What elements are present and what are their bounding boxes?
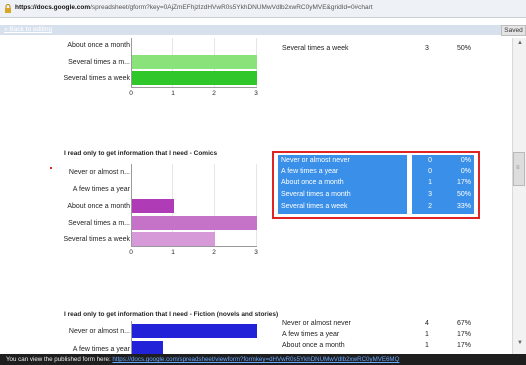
url-text: https://docs.google.com/spreadsheet/gfor… — [15, 4, 373, 11]
s2-table-label-3: Several times a month — [281, 191, 351, 198]
s2-grid-3 — [256, 164, 257, 246]
scroll-up-arrow-icon[interactable]: ▲ — [517, 40, 523, 46]
s1-label-1: Several times a m... — [68, 59, 130, 66]
s3-table-label-2: About once a month — [282, 342, 345, 349]
s1-label-0: About once a month — [67, 42, 130, 49]
s2-table-label-4: Several times a week — [281, 203, 348, 210]
s2-label-2: About once a month — [67, 203, 130, 210]
s1-label-2: Several times a week — [63, 75, 130, 82]
s3-table-pct-0: 67% — [457, 320, 472, 327]
s2-bar-several-week — [132, 232, 215, 246]
s2-tick-0: 0 — [129, 249, 133, 256]
url-path: /spreadsheet/gform?key=0AjZmEFhjzlzdHVwR… — [90, 4, 373, 11]
s1-table-label-0: Several times a week — [282, 45, 349, 52]
footer-text: You can view the published form here: — [6, 356, 111, 363]
s2-label-1: A few times a year — [72, 186, 130, 193]
back-to-editing-link[interactable]: « Back to editing — [4, 26, 52, 33]
s3-table-count-0: 4 — [425, 320, 429, 327]
s3-bar-never — [132, 324, 257, 338]
s1-tick-3: 3 — [254, 90, 258, 97]
vertical-scrollbar[interactable] — [512, 38, 526, 354]
s3-table-pct-2: 17% — [457, 342, 472, 349]
footer-bar: You can view the published form here: ht… — [0, 354, 526, 365]
url-host: https://docs.google.com — [15, 4, 91, 11]
s1-tick-1: 1 — [171, 90, 175, 97]
s2-table-label-1: A few times a year — [281, 168, 339, 175]
s2-x-axis — [131, 246, 257, 247]
s2-bar-several-month — [132, 216, 257, 230]
s2-table-label-0: Never or almost never — [281, 157, 350, 164]
s1-bar-several-month — [132, 55, 257, 69]
s2-table-pct-3: 50% — [456, 191, 471, 198]
s1-tick-2: 2 — [212, 90, 216, 97]
s2-bar-about-month — [132, 199, 174, 213]
s2-table-pct-4: 33% — [456, 203, 471, 210]
saved-button[interactable]: Saved — [501, 25, 526, 36]
lock-icon — [5, 4, 11, 13]
s2-table-pct-2: 17% — [456, 179, 471, 186]
s2-table-label-2: About once a month — [281, 179, 344, 186]
s1-bar-several-week — [132, 71, 257, 85]
s3-label-1: A few times a year — [72, 346, 130, 353]
s2-table-count-0: 0 — [428, 157, 432, 164]
s3-bar-few-year — [132, 341, 163, 354]
s2-tick-3: 3 — [254, 249, 258, 256]
s2-table-count-3: 3 — [428, 191, 432, 198]
s3-table-label-1: A few times a year — [282, 331, 340, 338]
s2-table-pct-0: 0% — [460, 157, 471, 164]
s2-label-3: Several times a m... — [68, 220, 130, 227]
address-bar[interactable]: https://docs.google.com/spreadsheet/gfor… — [0, 0, 526, 18]
s2-table-count-4: 2 — [428, 203, 432, 210]
published-form-link[interactable]: https://docs.google.com/spreadsheet/view… — [112, 356, 399, 363]
s3-table-count-2: 1 — [425, 342, 429, 349]
s2-label-4: Several times a week — [63, 236, 130, 243]
s2-table-count-2: 1 — [428, 179, 432, 186]
s2-title: I read only to get information that I ne… — [64, 150, 218, 157]
grip-icon: ≡ — [516, 165, 520, 171]
s3-label-0: Never or almost n... — [68, 328, 130, 335]
s2-table-count-1: 0 — [428, 168, 432, 175]
s1-x-axis — [131, 87, 257, 88]
s3-table-label-0: Never or almost never — [282, 320, 351, 327]
top-link-bar — [0, 25, 512, 35]
s2-table-pct-1: 0% — [460, 168, 471, 175]
s3-table-count-1: 1 — [425, 331, 429, 338]
scroll-down-arrow-icon[interactable]: ▼ — [517, 340, 523, 346]
s2-tick-1: 1 — [171, 249, 175, 256]
s3-title: I read only to get information that I ne… — [64, 311, 279, 318]
s2-label-0: Never or almost n... — [68, 169, 130, 176]
s1-table-count-0: 3 — [425, 45, 429, 52]
s1-table-pct-0: 50% — [457, 45, 472, 52]
s3-table-pct-1: 17% — [457, 331, 472, 338]
s2-tick-2: 2 — [212, 249, 216, 256]
s1-tick-0: 0 — [129, 90, 133, 97]
